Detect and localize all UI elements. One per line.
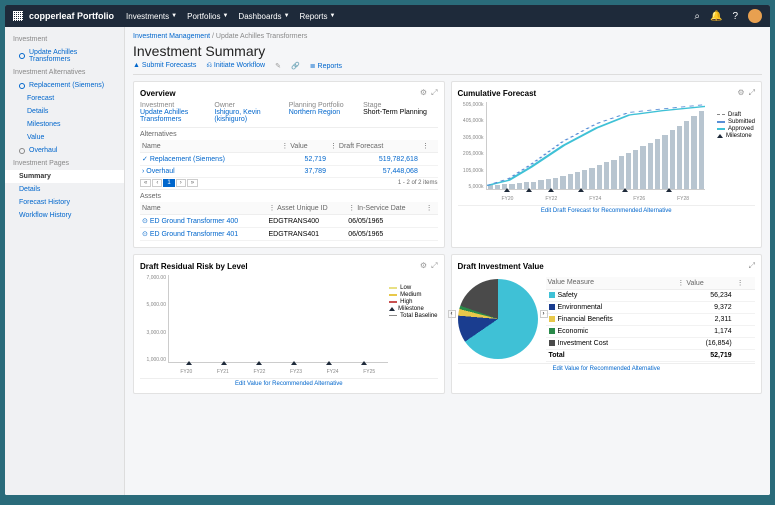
sidebar-page-workflow-history[interactable]: Workflow History: [5, 209, 124, 222]
sidebar: Investment Update Achilles Transformers …: [5, 27, 125, 495]
sidebar-page-summary[interactable]: Summary: [5, 170, 124, 183]
pie-prev[interactable]: ‹: [448, 310, 456, 318]
value-edit-link[interactable]: Edit Value for Recommended Alternative: [458, 363, 756, 372]
sidebar-milestones[interactable]: Milestones: [5, 118, 124, 131]
nav-portfolios[interactable]: Portfolios▼: [187, 12, 228, 21]
overview-card: Overview ⚙⤢ InvestmentUpdate Achilles Tr…: [133, 81, 445, 248]
value-title: Draft Investment Value: [458, 262, 544, 271]
forecast-chart: 5,000k105,000k205,000k305,000k405,000k50…: [458, 102, 756, 202]
sidebar-page-details[interactable]: Details: [5, 183, 124, 196]
brand-logo: copperleaf Portfolio: [29, 11, 114, 21]
pager-last[interactable]: »: [187, 179, 198, 187]
sidebar-value[interactable]: Value: [5, 131, 124, 144]
gear-icon[interactable]: ⚙: [420, 88, 427, 97]
nav-investments[interactable]: Investments▼: [126, 12, 177, 21]
sidebar-forecast[interactable]: Forecast: [5, 92, 124, 105]
topbar: copperleaf Portfolio Investments▼ Portfo…: [5, 5, 770, 27]
sidebar-page-forecast-history[interactable]: Forecast History: [5, 196, 124, 209]
risk-chart: 1,000.003,000.005,000.007,000.00 FY20FY2…: [140, 275, 438, 375]
avatar[interactable]: [748, 9, 762, 23]
nav-reports[interactable]: Reports▼: [300, 12, 336, 21]
pager-info: 1 - 2 of 2 items: [398, 180, 438, 186]
risk-card: Draft Residual Risk by Level ⚙ ⤢ 1,000.00…: [133, 254, 445, 394]
link-icon[interactable]: 🔗: [291, 62, 300, 70]
nav-dashboards[interactable]: Dashboards▼: [238, 12, 289, 21]
sidebar-section-pages: Investment Pages: [5, 157, 124, 170]
value-table: Value Measure⋮ Value⋮ Safety56,234Enviro…: [546, 277, 756, 362]
initiate-workflow-button[interactable]: ⎌ Initiate Workflow: [206, 62, 265, 70]
table-row[interactable]: Safety56,234: [546, 289, 756, 301]
pager-page-1[interactable]: 1: [163, 179, 174, 187]
table-row[interactable]: Environmental9,372: [546, 301, 756, 313]
gear-icon[interactable]: ⚙: [737, 88, 744, 97]
overview-portfolio-link[interactable]: Northern Region: [289, 109, 363, 116]
forecast-title: Cumulative Forecast: [458, 89, 537, 98]
edit-icon[interactable]: ✎: [275, 62, 281, 70]
main: Investment Management / Update Achilles …: [125, 27, 770, 495]
risk-edit-link[interactable]: Edit Value for Recommended Alternative: [140, 378, 438, 387]
breadcrumb: Investment Management / Update Achilles …: [133, 33, 762, 40]
overview-owner-link[interactable]: Ishiguro, Kevin (kishiguro): [214, 109, 288, 123]
sidebar-section-investment: Investment: [5, 33, 124, 46]
pager-next[interactable]: ›: [176, 179, 186, 187]
alternatives-table: Name⋮ Value⋮ Draft Forecast⋮ ✓ Replaceme…: [140, 140, 438, 178]
value-card: Draft Investment Value ⤢ ‹ › Value Measu…: [451, 254, 763, 394]
table-row[interactable]: Investment Cost(16,854): [546, 337, 756, 349]
action-bar: ▲ Submit Forecasts ⎌ Initiate Workflow ✎…: [133, 62, 762, 75]
reports-button[interactable]: ≣ Reports: [310, 62, 342, 70]
expand-icon[interactable]: ⤢: [431, 88, 437, 97]
help-icon[interactable]: ?: [732, 11, 738, 22]
sidebar-alt-replacement[interactable]: Replacement (Siemens): [5, 79, 124, 92]
table-row[interactable]: Financial Benefits2,311: [546, 313, 756, 325]
sidebar-details[interactable]: Details: [5, 105, 124, 118]
overview-title: Overview: [140, 89, 176, 98]
pie-next[interactable]: ›: [540, 310, 548, 318]
table-row[interactable]: ✓ Replacement (Siemens)52,719519,782,618: [140, 153, 438, 166]
alternatives-header: Alternatives: [140, 127, 438, 138]
table-row[interactable]: › Overhaul37,78957,448,068: [140, 166, 438, 178]
bell-icon[interactable]: 🔔: [710, 11, 722, 22]
table-row[interactable]: Economic1,174: [546, 325, 756, 337]
gear-icon[interactable]: ⚙: [420, 261, 427, 270]
assets-table: Name⋮ Asset Unique ID⋮ In-Service Date⋮ …: [140, 202, 438, 241]
table-row[interactable]: ⊙ ED Ground Transformer 400EDGTRANS40006…: [140, 215, 438, 228]
expand-icon[interactable]: ⤢: [749, 261, 755, 270]
sidebar-alt-overhaul[interactable]: Overhaul: [5, 144, 124, 157]
search-icon[interactable]: ⌕: [694, 11, 700, 22]
pager-first[interactable]: «: [140, 179, 151, 187]
sidebar-section-alternatives: Investment Alternatives: [5, 66, 124, 79]
assets-header: Assets: [140, 189, 438, 200]
breadcrumb-parent[interactable]: Investment Management: [133, 33, 210, 40]
expand-icon[interactable]: ⤢: [431, 261, 437, 270]
overview-investment-link[interactable]: Update Achilles Transformers: [140, 109, 214, 123]
pager-prev[interactable]: ‹: [152, 179, 162, 187]
forecast-card: Cumulative Forecast ⚙ ⤢ 5,000k105,000k205…: [451, 81, 763, 248]
submit-forecasts-button[interactable]: ▲ Submit Forecasts: [133, 62, 196, 70]
apps-icon[interactable]: [13, 11, 23, 21]
page-title: Investment Summary: [133, 43, 762, 59]
forecast-edit-link[interactable]: Edit Draft Forecast for Recommended Alte…: [458, 205, 756, 214]
expand-icon[interactable]: ⤢: [749, 88, 755, 97]
table-row[interactable]: ⊙ ED Ground Transformer 401EDGTRANS40106…: [140, 228, 438, 241]
risk-title: Draft Residual Risk by Level: [140, 262, 248, 271]
sidebar-current-investment[interactable]: Update Achilles Transformers: [5, 46, 124, 66]
value-pie-chart: [458, 279, 538, 359]
